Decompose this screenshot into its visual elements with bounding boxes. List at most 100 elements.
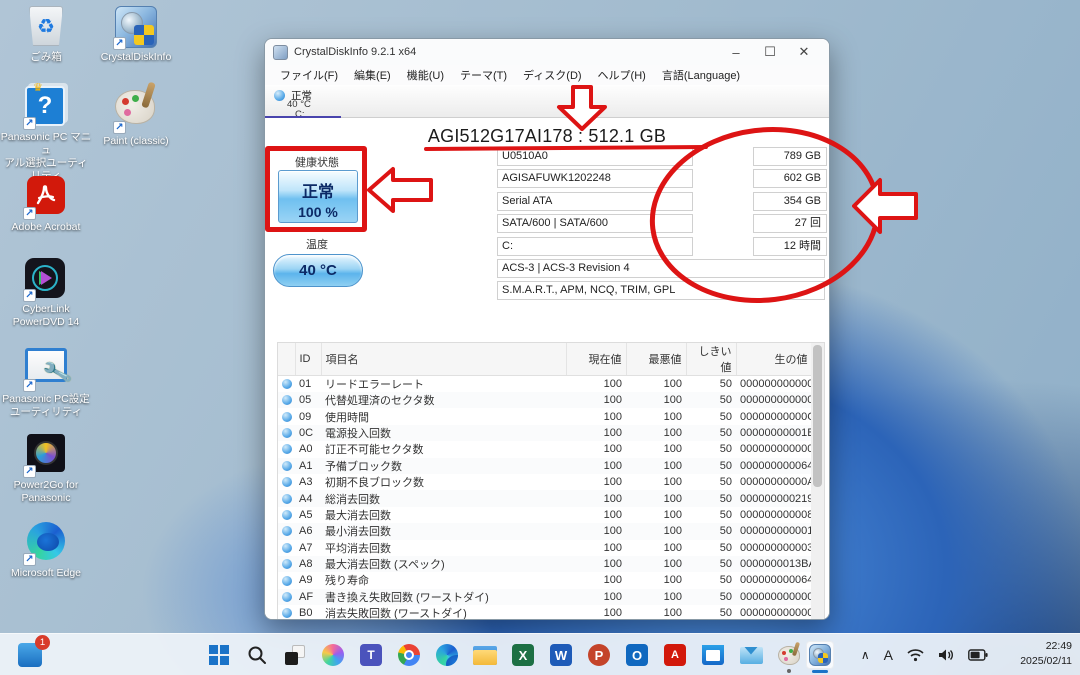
taskbar-search-button[interactable]: [243, 641, 271, 669]
good-status-dot-icon: [282, 477, 292, 487]
cell-id: 01: [295, 376, 321, 393]
table-row[interactable]: A8 最大消去回数 (スペック) 100 100 50 0000000013BA: [278, 556, 812, 572]
table-row[interactable]: A1 予備ブロック数 100 100 50 000000000064: [278, 458, 812, 474]
annotation-arrow-left-stats-icon: [852, 175, 918, 237]
table-row[interactable]: B0 消去失敗回数 (ワーストダイ) 100 100 50 0000000000…: [278, 605, 812, 620]
desktop-icon-acrobat[interactable]: ↗ Adobe Acrobat: [0, 176, 92, 234]
menu-item[interactable]: テーマ(T): [453, 65, 514, 85]
crystaldiskinfo-icon: [809, 644, 831, 666]
menu-item[interactable]: ヘルプ(H): [591, 65, 653, 85]
table-row[interactable]: 01 リードエラーレート 100 100 50 000000000000: [278, 376, 812, 393]
desktop-icon-crystaldiskinfo[interactable]: ↗ CrystalDiskInfo: [90, 6, 182, 64]
minimize-button[interactable]: –: [719, 40, 753, 64]
taskbar-edge-button[interactable]: [433, 641, 461, 669]
scrollbar-thumb[interactable]: [813, 345, 822, 487]
shortcut-arrow-icon: ↗: [23, 379, 36, 392]
table-row[interactable]: A7 平均消去回数 100 100 50 000000000003: [278, 540, 812, 556]
cell-raw: 000000000219: [736, 490, 812, 506]
desktop: ♻ ごみ箱 ↗ CrystalDiskInfo ♛?↗ Panasonic PC…: [0, 0, 1080, 675]
taskbar-excel-button[interactable]: X: [509, 641, 537, 669]
desktop-icon-panasonic-manual[interactable]: ♛?↗ Panasonic PC マニュ アル選択ユーティリティ: [0, 86, 92, 183]
table-row[interactable]: A9 残り寿命 100 100 50 000000000064: [278, 572, 812, 588]
header-current[interactable]: 現在値: [566, 343, 626, 376]
table-row[interactable]: A4 総消去回数 100 100 50 000000000219: [278, 490, 812, 506]
taskbar-copilot-button[interactable]: [319, 641, 347, 669]
wifi-icon[interactable]: [907, 648, 924, 662]
taskbar-mail-button[interactable]: [737, 641, 765, 669]
table-row[interactable]: AF 書き換え失敗回数 (ワーストダイ) 100 100 50 00000000…: [278, 589, 812, 605]
table-row[interactable]: A0 訂正不可能セクタ数 100 100 50 000000000000: [278, 441, 812, 457]
ime-indicator[interactable]: A: [884, 647, 893, 663]
taskbar-word-button[interactable]: W: [547, 641, 575, 669]
volume-icon[interactable]: [938, 648, 954, 662]
taskbar-teams-button[interactable]: T: [357, 641, 385, 669]
taskbar-start-button[interactable]: [205, 641, 233, 669]
table-scrollbar[interactable]: [811, 343, 824, 620]
tray-expand-chevron-icon[interactable]: ∧: [861, 648, 870, 662]
table-row[interactable]: 05 代替処理済のセクタ数 100 100 50 000000000000: [278, 392, 812, 408]
field-value: 27 回: [753, 214, 827, 233]
maximize-button[interactable]: ☐: [753, 40, 787, 64]
desktop-icon-recycle-bin[interactable]: ♻ ごみ箱: [0, 6, 92, 64]
windows-logo-icon: [209, 645, 229, 665]
desktop-icon-powerdvd[interactable]: ↗ CyberLink PowerDVD 14: [0, 258, 92, 329]
battery-icon[interactable]: [968, 649, 988, 661]
cell-id: B0: [295, 605, 321, 620]
taskbar-crystaldiskinfo-button[interactable]: [806, 641, 834, 669]
menu-item[interactable]: 機能(U): [400, 65, 451, 85]
table-row[interactable]: A5 最大消去回数 100 100 50 000000000008: [278, 507, 812, 523]
store-icon: [702, 645, 724, 665]
header-threshold[interactable]: しきい値: [686, 343, 736, 376]
desktop-icon-paint[interactable]: ↗ Paint (classic): [90, 90, 182, 148]
desktop-icon-edge[interactable]: ↗ Microsoft Edge: [0, 522, 92, 580]
desktop-icon-pc-settings[interactable]: 🔧↗ Panasonic PC設定 ユーティリティ: [0, 348, 92, 419]
row-status-cell: [278, 425, 295, 441]
temperature-button[interactable]: 40 °C: [273, 254, 363, 287]
drive-tab-strip: 正常 40 °C C:: [265, 85, 829, 118]
temperature-label: 温度: [271, 236, 363, 252]
icon-label: ごみ箱: [0, 51, 92, 64]
taskbar-chrome-button[interactable]: [395, 641, 423, 669]
taskbar-outlook-button[interactable]: O: [623, 641, 651, 669]
menu-item[interactable]: ファイル(F): [273, 65, 345, 85]
window-content: AGI512G17AI178 : 512.1 GB 健康状態 正常 100 % …: [265, 118, 829, 619]
cell-id: A9: [295, 572, 321, 588]
taskbar-powerpoint-button[interactable]: P: [585, 641, 613, 669]
menu-item[interactable]: 言語(Language): [655, 65, 747, 85]
table-row[interactable]: A3 初期不良ブロック数 100 100 50 00000000000A: [278, 474, 812, 490]
notification-badge: 1: [35, 635, 50, 650]
cell-raw: 000000000001: [736, 523, 812, 539]
paint-palette-icon: [115, 90, 155, 124]
health-status-button[interactable]: 正常 100 %: [278, 170, 358, 223]
good-status-dot-icon: [282, 412, 292, 422]
cell-name: 電源投入回数: [321, 425, 566, 441]
taskbar-acrobat-button[interactable]: A: [661, 641, 689, 669]
taskbar-clock[interactable]: 22:49 2025/02/11: [1020, 639, 1072, 669]
pc-settings-icon: 🔧: [25, 348, 67, 382]
cell-id: A3: [295, 474, 321, 490]
close-button[interactable]: ✕: [787, 40, 821, 64]
cell-raw: 000000000000: [736, 376, 812, 393]
menu-item[interactable]: ディスク(D): [516, 65, 589, 85]
taskbar-paint-button[interactable]: [775, 641, 803, 669]
header-raw[interactable]: 生の値: [736, 343, 812, 376]
cell-id: A7: [295, 540, 321, 556]
header-worst[interactable]: 最悪値: [626, 343, 686, 376]
table-row[interactable]: 0C 電源投入回数 100 100 50 00000000001B: [278, 425, 812, 441]
header-name[interactable]: 項目名: [321, 343, 566, 376]
title-bar[interactable]: CrystalDiskInfo 9.2.1 x64 – ☐ ✕: [265, 39, 829, 65]
cell-id: 05: [295, 392, 321, 408]
good-status-dot-icon: [282, 395, 292, 405]
shortcut-arrow-icon: ↗: [23, 207, 36, 220]
taskbar-explorer-button[interactable]: [471, 641, 499, 669]
row-status-cell: [278, 572, 295, 588]
taskbar-store-button[interactable]: [699, 641, 727, 669]
drive-tab-c[interactable]: 正常 40 °C C:: [265, 85, 341, 118]
menu-item[interactable]: 編集(E): [347, 65, 398, 85]
taskbar-notification-app[interactable]: 1: [16, 641, 44, 669]
table-row[interactable]: 09 使用時間 100 100 50 00000000000C: [278, 408, 812, 424]
taskbar-task-view-button[interactable]: [281, 641, 309, 669]
header-id[interactable]: ID: [295, 343, 321, 376]
desktop-icon-power2go[interactable]: ↗ Power2Go for Panasonic: [0, 434, 92, 505]
table-row[interactable]: A6 最小消去回数 100 100 50 000000000001: [278, 523, 812, 539]
